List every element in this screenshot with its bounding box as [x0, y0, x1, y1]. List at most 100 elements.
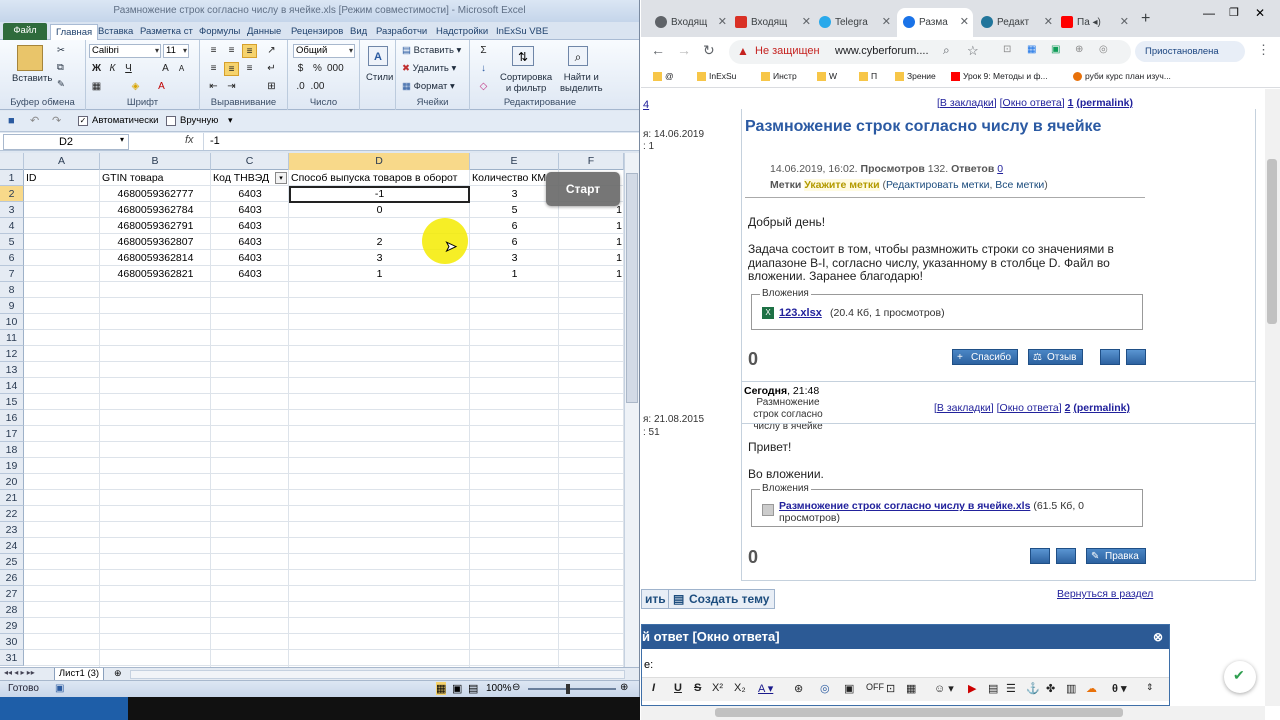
fill-icon[interactable]: ↓ — [476, 62, 491, 76]
normal-view-icon[interactable]: ▦ — [436, 682, 447, 695]
tab-addins[interactable]: Надстройки — [436, 24, 488, 40]
sync-paused-button[interactable]: Приостановлена — [1135, 41, 1245, 62]
macro-record-icon[interactable]: ▣ — [55, 683, 64, 694]
smiley-icon[interactable]: ☺ ▾ — [934, 682, 954, 695]
merge-icon[interactable]: ⊞ — [264, 80, 279, 94]
align-bottom-icon[interactable]: ≡ — [242, 44, 257, 58]
row-header-24[interactable]: 24 — [0, 538, 24, 554]
cell-e7[interactable]: 1 — [470, 266, 559, 282]
bookmark-7[interactable]: Урок 9: Методы и ф... — [951, 71, 1048, 82]
zoom-slider[interactable] — [528, 688, 616, 690]
align-right-icon[interactable]: ≡ — [242, 62, 257, 76]
row-header-17[interactable]: 17 — [0, 426, 24, 442]
increase-indent-icon[interactable]: ⇥ — [224, 80, 239, 94]
tab-file[interactable]: Файл — [3, 23, 47, 40]
row-header-27[interactable]: 27 — [0, 586, 24, 602]
quote-icon[interactable] — [1056, 548, 1076, 564]
cell-c3[interactable]: 6403 — [211, 202, 289, 218]
name-box[interactable]: D2 — [3, 134, 129, 150]
cell-a2[interactable] — [24, 186, 100, 202]
tab-view[interactable]: Вид — [350, 24, 367, 40]
cut-icon[interactable]: ✂ — [57, 45, 65, 56]
cell-c7[interactable]: 6403 — [211, 266, 289, 282]
bookmark-4[interactable]: W — [817, 71, 837, 82]
bookmark-5[interactable]: П — [859, 71, 877, 82]
tab-inexsu[interactable]: InExSu VBE — [496, 24, 548, 40]
row-header-28[interactable]: 28 — [0, 602, 24, 618]
reload-icon[interactable]: ↻ — [703, 42, 715, 59]
horizontal-scrollbar[interactable] — [130, 670, 625, 679]
comma-icon[interactable]: 000 — [327, 62, 344, 76]
cell-a3[interactable] — [24, 202, 100, 218]
tab-formulas[interactable]: Формулы — [199, 24, 240, 40]
minimize-icon[interactable]: — — [1203, 6, 1215, 20]
row-header-7[interactable]: 7 — [0, 266, 24, 282]
shrink-font-button[interactable]: A — [174, 62, 189, 76]
post2-number[interactable]: 2 — [1065, 402, 1071, 414]
back-icon[interactable]: ← — [651, 42, 665, 58]
collapse-icon[interactable]: ⊗ — [1153, 625, 1163, 649]
extension-2-icon[interactable]: ▦ — [1027, 44, 1036, 55]
cell-d1[interactable]: Способ выпуска товаров в оборот — [289, 170, 470, 186]
qat-customize-icon[interactable]: ▾ — [228, 115, 233, 126]
tab-page-layout[interactable]: Разметка ст — [140, 24, 193, 40]
auto-checkbox[interactable]: ✓ — [78, 116, 88, 126]
puzzle-icon[interactable]: ✤ — [1046, 682, 1055, 695]
post1-number-link[interactable]: 4 — [643, 99, 649, 111]
row-header-18[interactable]: 18 — [0, 442, 24, 458]
italic-button[interactable]: К — [105, 62, 120, 76]
tab-close-icon[interactable]: ✕ — [960, 8, 969, 37]
row-header-5[interactable]: 5 — [0, 234, 24, 250]
cell-a1[interactable]: ID — [24, 170, 100, 186]
increase-decimal-icon[interactable]: .0 — [293, 80, 308, 94]
currency-icon[interactable]: $ — [293, 62, 308, 76]
row-header-30[interactable]: 30 — [0, 634, 24, 650]
post1-all-tags-link[interactable]: Все метки — [995, 179, 1044, 191]
col-header-a[interactable]: A — [24, 153, 100, 170]
paste-button[interactable]: Вставить — [12, 73, 52, 84]
sheet-nav-icons[interactable]: ◂◂ ◂ ▸ ▸▸ — [4, 668, 35, 677]
page-scroll-thumb[interactable] — [1267, 159, 1277, 324]
bold-button[interactable]: Ж — [89, 62, 104, 76]
cell-b4[interactable]: 4680059362791 — [100, 218, 211, 234]
cell-e3[interactable]: 5 — [470, 202, 559, 218]
quote-multi-icon[interactable] — [1030, 548, 1050, 564]
format-cells-button[interactable]: ▦ Формат ▾ — [402, 81, 455, 92]
cell-a6[interactable] — [24, 250, 100, 266]
row-header-12[interactable]: 12 — [0, 346, 24, 362]
reply-button-partial[interactable]: ить — [641, 589, 670, 609]
wrap-text-icon[interactable]: ↵ — [264, 62, 279, 76]
grow-font-button[interactable]: A — [158, 62, 173, 76]
close-icon[interactable]: ✕ — [1255, 6, 1265, 20]
delete-cells-button[interactable]: ✖ Удалить ▾ — [402, 63, 456, 74]
orientation-icon[interactable]: ↗ — [264, 44, 279, 58]
insert-cells-button[interactable]: ▤ Вставить ▾ — [402, 45, 461, 56]
row-header-19[interactable]: 19 — [0, 458, 24, 474]
row-header-10[interactable]: 10 — [0, 314, 24, 330]
cell-d7[interactable]: 1 — [289, 266, 470, 282]
tab-close-icon[interactable]: ✕ — [1044, 8, 1053, 37]
tab-close-icon[interactable]: ✕ — [1120, 8, 1129, 37]
create-topic-button[interactable]: ▤ Создать тему — [668, 589, 776, 609]
styles-button[interactable]: Стили — [366, 72, 393, 83]
row-header-21[interactable]: 21 — [0, 490, 24, 506]
align-top-icon[interactable]: ≡ — [206, 44, 221, 58]
row-header-9[interactable]: 9 — [0, 298, 24, 314]
cell-d3[interactable]: 0 — [289, 202, 470, 218]
zoom-in-icon[interactable]: ⊕ — [620, 682, 628, 693]
cell-b6[interactable]: 4680059362814 — [100, 250, 211, 266]
post2-attachment-link[interactable]: Размножение строк согласно числу в ячейк… — [779, 500, 1030, 512]
post2-permalink[interactable]: (permalink) — [1073, 402, 1130, 414]
row-header-25[interactable]: 25 — [0, 554, 24, 570]
tab-close-icon[interactable]: ✕ — [802, 8, 811, 37]
worksheet-grid[interactable]: A B C D E F 1 2 3 4 5 6 7 8 9 10 11 12 13 14 15 16 17 18 1… — [0, 153, 624, 667]
row-header-16[interactable]: 16 — [0, 410, 24, 426]
browser-tab-1[interactable]: Входящ ✕ — [655, 8, 731, 37]
post1-reply-window-link[interactable]: [Окно ответа] — [1000, 97, 1065, 109]
new-sheet-icon[interactable]: ⊕ — [114, 668, 122, 679]
browser-tab-2[interactable]: Входящ ✕ — [735, 8, 815, 37]
align-middle-icon[interactable]: ≡ — [224, 44, 239, 58]
cell-e6[interactable]: 3 — [470, 250, 559, 266]
page-layout-view-icon[interactable]: ▣ — [452, 682, 462, 695]
row-header-2[interactable]: 2 — [0, 186, 24, 202]
